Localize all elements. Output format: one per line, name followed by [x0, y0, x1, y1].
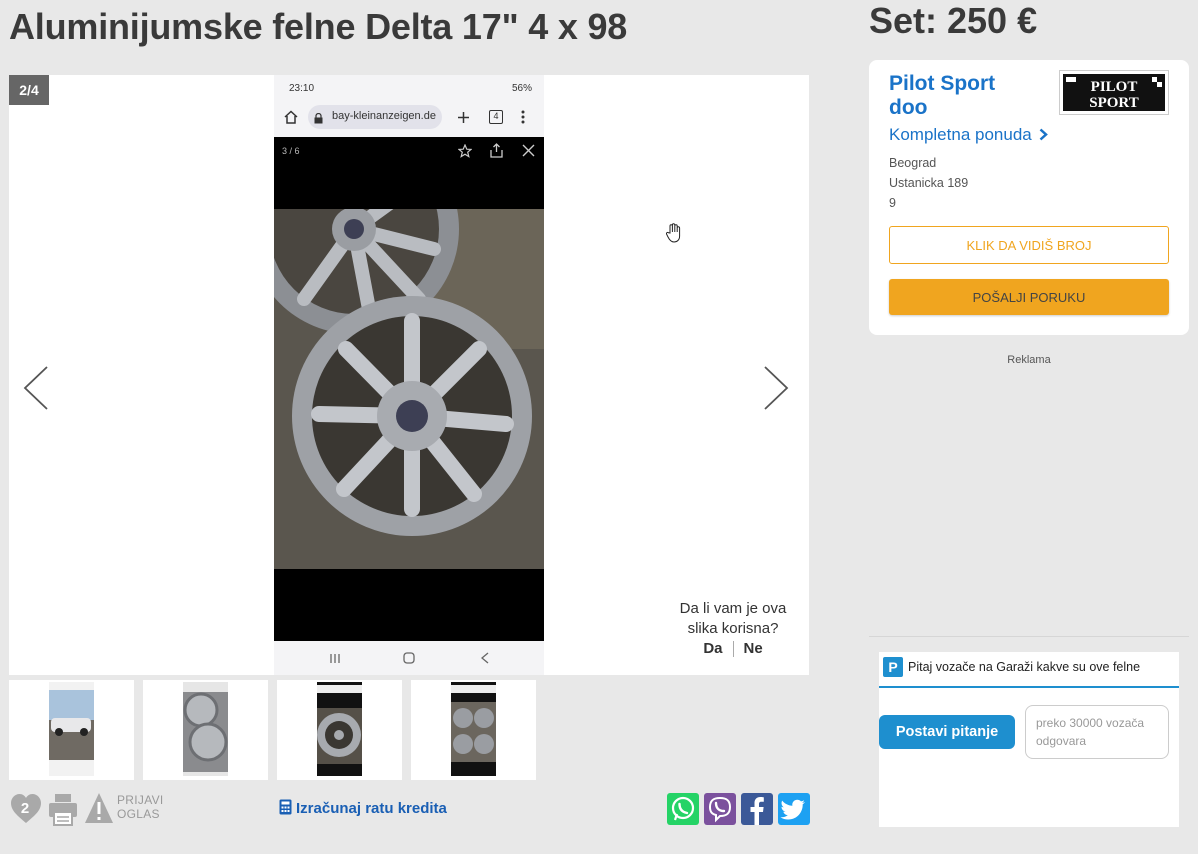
listing-price: Set: 250 € [869, 0, 1038, 41]
recents-icon [330, 654, 340, 663]
image-feedback: Da li vam je ova slika korisna? Da Ne [669, 599, 797, 659]
screenshot-time: 23:10 [289, 83, 315, 94]
credit-calculator-link[interactable]: Izračunaj ratu kredita [279, 799, 447, 817]
twitter-icon [780, 799, 805, 820]
dealer-address: Beograd Ustanicka 189 9 [889, 153, 968, 213]
share-buttons [667, 793, 810, 825]
gallery-main-image: 23:10 56% bay-kleinanzeigen.de 4 3 / 6 [274, 75, 544, 675]
facebook-icon [750, 797, 764, 825]
wheel-photo [274, 209, 544, 569]
facebook-share-button[interactable] [741, 793, 773, 825]
screenshot-nav-bar [274, 641, 544, 675]
image-gallery[interactable]: 23:10 56% bay-kleinanzeigen.de 4 3 / 6 2… [9, 75, 809, 675]
thumbnail-3-image [317, 682, 362, 776]
thumbnail-4[interactable] [411, 680, 536, 780]
close-icon [522, 144, 535, 157]
report-label: PRIJAVI OGLAS [117, 793, 164, 821]
thumbnail-1-image [49, 682, 94, 776]
back-icon [481, 652, 489, 664]
dealer-address-number: 9 [889, 196, 896, 210]
send-message-button[interactable]: POŠALJI PORUKU [889, 279, 1169, 315]
gallery-next-button[interactable] [761, 365, 791, 411]
thumbnail-3[interactable] [277, 680, 402, 780]
image-counter: 2/4 [9, 75, 49, 105]
credit-calculator-label: Izračunaj ratu kredita [296, 800, 447, 817]
complete-offer-label: Kompletna ponuda [889, 125, 1032, 144]
complete-offer-link[interactable]: Kompletna ponuda [889, 125, 1049, 145]
more-icon [521, 110, 525, 124]
lock-icon [314, 113, 323, 124]
whatsapp-icon [671, 796, 695, 821]
screenshot-tab-count: 4 [489, 110, 503, 124]
screenshot-battery: 56% [511, 83, 532, 94]
calculator-icon [279, 799, 292, 815]
dealer-city: Beograd [889, 156, 937, 170]
dealer-logo-text-top: PILOT [1091, 79, 1138, 95]
garaza-widget: P Pitaj vozače na Garaži kakve su ove fe… [879, 652, 1179, 827]
screenshot-status-bar: 23:10 56% [274, 75, 544, 99]
screenshot-url: bay-kleinanzeigen.de [308, 105, 442, 129]
printer-icon [49, 794, 77, 826]
favorite-count: 2 [20, 800, 30, 817]
listing-title: Aluminijumske felne Delta 17" 4 x 98 [9, 6, 628, 47]
chevron-left-icon [23, 366, 48, 410]
image-feedback-question: Da li vam je ova slika korisna? [679, 600, 787, 637]
star-icon [458, 144, 472, 158]
thumbnail-1[interactable] [9, 680, 134, 780]
gallery-prev-button[interactable] [21, 365, 51, 411]
thumbnail-strip [9, 680, 536, 780]
report-button[interactable]: PRIJAVI OGLAS [84, 792, 170, 826]
report-label-line2: OGLAS [117, 807, 160, 821]
twitter-share-button[interactable] [778, 793, 810, 825]
thumbnail-2-image [183, 682, 228, 776]
sidebar-divider [869, 636, 1189, 637]
dealer-logo[interactable]: PILOT SPORT [1059, 70, 1169, 115]
warning-icon [85, 793, 113, 823]
report-label-line1: PRIJAVI [117, 793, 164, 807]
thumbnail-4-image [451, 682, 496, 776]
dealer-street: Ustanicka 189 [889, 176, 969, 190]
plus-icon [458, 112, 469, 123]
listing-actions: 2 PRIJAVI OGLAS Izračunaj ratu kredita [9, 792, 810, 828]
feedback-no-button[interactable]: Ne [734, 639, 773, 659]
viber-icon [708, 796, 732, 823]
chevron-right-icon [1040, 128, 1049, 141]
ask-question-button[interactable]: Postavi pitanje [879, 715, 1015, 749]
whatsapp-share-button[interactable] [667, 793, 699, 825]
thumbnail-2[interactable] [143, 680, 268, 780]
dealer-logo-text-bottom: SPORT [1089, 95, 1138, 111]
garaza-text: Pitaj vozače na Garaži kakve su ove feln… [908, 660, 1141, 674]
favorite-button[interactable]: 2 [9, 792, 43, 826]
dealer-name[interactable]: Pilot Sport doo [889, 72, 1039, 120]
ad-label: Reklama [1007, 354, 1051, 366]
viber-share-button[interactable] [704, 793, 736, 825]
print-button[interactable] [47, 792, 79, 826]
garaza-logo-icon: P [883, 657, 903, 677]
dealer-card: Pilot Sport doo PILOT SPORT Kompletna po… [869, 60, 1189, 335]
screenshot-browser-bar: bay-kleinanzeigen.de 4 [274, 99, 544, 137]
feedback-yes-button[interactable]: Da [693, 639, 732, 659]
show-phone-button[interactable]: KLIK DA VIDIŠ BROJ [889, 226, 1169, 264]
chevron-right-icon [764, 366, 789, 410]
home-icon [284, 110, 298, 124]
home-button-icon [403, 652, 415, 664]
share-icon [490, 143, 503, 158]
screenshot-photo-counter: 3 / 6 [282, 146, 300, 156]
garaza-bubble: preko 30000 vozača odgovara [1025, 705, 1169, 759]
garaza-header: P Pitaj vozače na Garaži kakve su ove fe… [879, 652, 1179, 688]
hand-cursor-icon [665, 223, 683, 248]
